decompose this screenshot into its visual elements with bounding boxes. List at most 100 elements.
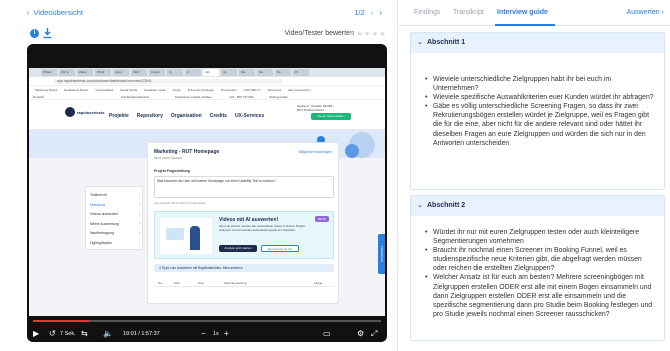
info-icon[interactable]: i bbox=[30, 29, 39, 38]
next-video-icon[interactable]: › bbox=[379, 8, 382, 17]
play-icon[interactable]: ▶ bbox=[33, 329, 39, 338]
video-progress-bar[interactable] bbox=[33, 320, 381, 322]
table-column-header: Alter bbox=[174, 281, 181, 285]
chevron-right-icon: › bbox=[661, 9, 664, 16]
guide-question: Gäbe es völlig unterschiedliche Screenin… bbox=[425, 102, 656, 147]
site-header: rapidusertests Projekte Repository Organis… bbox=[29, 100, 385, 130]
browser-tab: Vid bbox=[203, 69, 219, 76]
pager-count: 1/2 bbox=[354, 8, 365, 17]
tab-interview-guide[interactable]: Interview guide bbox=[497, 9, 548, 16]
video-table-header: No. Alter User Seitenbewertung Länge bbox=[154, 279, 334, 287]
section-2-body: Würdet ihr nur mit euren Zielgruppen tes… bbox=[411, 216, 664, 325]
ai-text: Wenn du startest, werden alle vorhandene… bbox=[219, 224, 305, 232]
auswerten-button[interactable]: Auswerten › bbox=[627, 9, 664, 16]
hero-bubble bbox=[345, 144, 359, 158]
captions-icon[interactable]: ▭ bbox=[323, 329, 331, 338]
site-login: Testing-Guide bbox=[269, 95, 288, 99]
back-to-videos-link[interactable]: ‹ Videoübersicht bbox=[27, 8, 83, 17]
side-menu-item: Meine Auswertung › bbox=[90, 222, 140, 226]
star-icon[interactable]: ★ bbox=[348, 29, 355, 38]
star-icon[interactable]: ★ bbox=[372, 29, 379, 38]
bookmark-item: Yaschekdhad bbox=[95, 87, 113, 92]
site-topline: Deutsch Kundendienstbereich Kostenlose C… bbox=[29, 93, 385, 100]
chevron-down-icon: ⌄ bbox=[417, 39, 423, 46]
video-pager: 1/2 ‹ › bbox=[354, 8, 382, 17]
browser-tab: Vi bbox=[167, 69, 183, 76]
guide-question: Welcher Ansatz ist für euch am besten? M… bbox=[425, 273, 656, 318]
volume-icon[interactable]: 🔈 bbox=[103, 329, 113, 338]
download-icon[interactable] bbox=[43, 28, 52, 39]
site-lang: Deutsch bbox=[33, 95, 45, 99]
browser-tab: Op bbox=[221, 69, 237, 76]
feedback-tab: FEEDBACK bbox=[378, 234, 385, 274]
browser-url-row: app.rapidusertests.com/customer/dashboar… bbox=[29, 77, 385, 86]
guide-question: Braucht ihr nochmal einen Screener im Bo… bbox=[425, 246, 656, 273]
ai-start-button: Analyse jetzt starten bbox=[219, 245, 257, 252]
bookmark-item: Nextcloud bbox=[267, 87, 281, 92]
guide-question: Würdet ihr nur mit euren Zielgruppen tes… bbox=[425, 228, 656, 246]
bookmark-item: KI Assistant bbox=[220, 87, 237, 92]
video-pane: ‹ Videoübersicht 1/2 ‹ › i Video/Tester … bbox=[0, 0, 398, 351]
section-2-header[interactable]: ⌄ Abschnitt 2 bbox=[411, 196, 664, 216]
chevron-left-icon: ‹ bbox=[27, 8, 30, 17]
settings-gear-icon[interactable]: ⚙ bbox=[357, 329, 364, 338]
star-icon[interactable]: ★ bbox=[356, 29, 363, 38]
ai-title: Videos mit AI auswerten! bbox=[219, 217, 279, 223]
browser-tab: Ma bbox=[239, 69, 255, 76]
side-menu-label: Videos auswerten bbox=[90, 212, 118, 216]
browser-tab-strip: Whats Wir G Zalan Wi Dr Apps SEO Hotels Vi A Vid O… bbox=[29, 68, 385, 77]
ai-promo-box: Videos mit AI auswerten! Wenn du startes… bbox=[154, 211, 334, 259]
tab-transkript[interactable]: Transkript bbox=[453, 9, 484, 16]
tips-bar: 4 Tipps zum Auswerten mit Rapidchartvide… bbox=[154, 264, 334, 272]
site-logo: rapidusertests bbox=[65, 107, 105, 117]
bookmarks-bar: Marketing Board Redaktions-Board Yaschekdh… bbox=[29, 86, 385, 93]
star-icon[interactable]: ★ bbox=[364, 29, 371, 38]
site-nav: Projekte Repository Organisation Credits UX-… bbox=[109, 113, 264, 119]
guide-question: Wieviele spezifische Auswahlkriterien eu… bbox=[425, 93, 656, 102]
rewind-icon[interactable]: ↺ bbox=[49, 329, 56, 338]
bookmark-item: B-Kunden Strategie bbox=[187, 87, 214, 92]
prev-video-icon[interactable]: ‹ bbox=[371, 8, 374, 17]
side-menu-label: Highlightvideo bbox=[90, 240, 112, 245]
browser-tab: Apps bbox=[113, 69, 129, 76]
chevron-right-icon: › bbox=[138, 193, 140, 197]
video-player[interactable]: Whats Wir G Zalan Wi Dr Apps SEO Hotels Vi A Vid O… bbox=[27, 44, 387, 342]
speed-down-button[interactable]: − bbox=[201, 329, 206, 338]
back-label: Videoübersicht bbox=[33, 8, 83, 17]
project-card: Marketing - RUT Homepage 09.01.2025 | We… bbox=[147, 142, 339, 304]
table-column-header: Länge bbox=[314, 281, 323, 285]
browser-tab: Pr bbox=[293, 69, 309, 76]
project-question-label: Projekt Fragestellung bbox=[154, 169, 190, 173]
ai-info-button: Das kannst du tun bbox=[261, 245, 299, 252]
side-menu-item: Nachbefragung › bbox=[90, 231, 140, 235]
star-icon[interactable]: ★ bbox=[379, 29, 386, 38]
bookmark-item: Redakteur welte bbox=[144, 87, 166, 92]
bookmark-item: Hoppi bbox=[172, 87, 181, 92]
logo-text: rapidusertests bbox=[77, 109, 105, 115]
chevron-down-icon: ⌄ bbox=[417, 202, 423, 209]
speed-up-button[interactable]: + bbox=[224, 329, 229, 338]
section-1-title: Abschnitt 1 bbox=[427, 39, 466, 46]
loop-icon[interactable]: ⇆ bbox=[81, 329, 88, 338]
section-1-body: Wieviele unterschiedliche Zielgruppen ha… bbox=[411, 53, 664, 154]
site-user-role: RUT Product Owner bbox=[297, 108, 324, 112]
browser-url: app.rapidusertests.com/customer/dashboar… bbox=[53, 79, 283, 84]
section-1-header[interactable]: ⌄ Abschnitt 1 bbox=[411, 33, 664, 53]
browser-tab: A bbox=[185, 69, 201, 76]
site-new-test-button: Neuen Test erstellen bbox=[311, 113, 351, 120]
illustration-person bbox=[190, 226, 200, 250]
rating-label: Video/Tester bewerten bbox=[284, 30, 354, 37]
chevron-right-icon: › bbox=[138, 240, 140, 245]
fullscreen-icon[interactable]: ⤢ bbox=[371, 329, 377, 339]
project-date: 09.01.2025 | Website bbox=[154, 156, 183, 160]
rating-stars[interactable]: ★ ★ ★ ★ ★ bbox=[348, 29, 386, 38]
active-tab-indicator bbox=[495, 24, 555, 26]
illustration-chart bbox=[166, 228, 184, 240]
side-menu-label: Nachbefragung bbox=[90, 231, 114, 235]
site-support: Kundendienstbereich bbox=[121, 95, 150, 99]
side-menu-label: Meine Auswertung bbox=[90, 221, 119, 226]
video-controls: ▶ ↺ 7 Sek. ⇆ 🔈 19:01 / 1:57:37 − 1x + ▭ … bbox=[27, 325, 387, 342]
section-2-title: Abschnitt 2 bbox=[427, 202, 466, 209]
tab-findings[interactable]: Findings bbox=[414, 9, 440, 16]
logo-mark-icon bbox=[65, 107, 75, 117]
